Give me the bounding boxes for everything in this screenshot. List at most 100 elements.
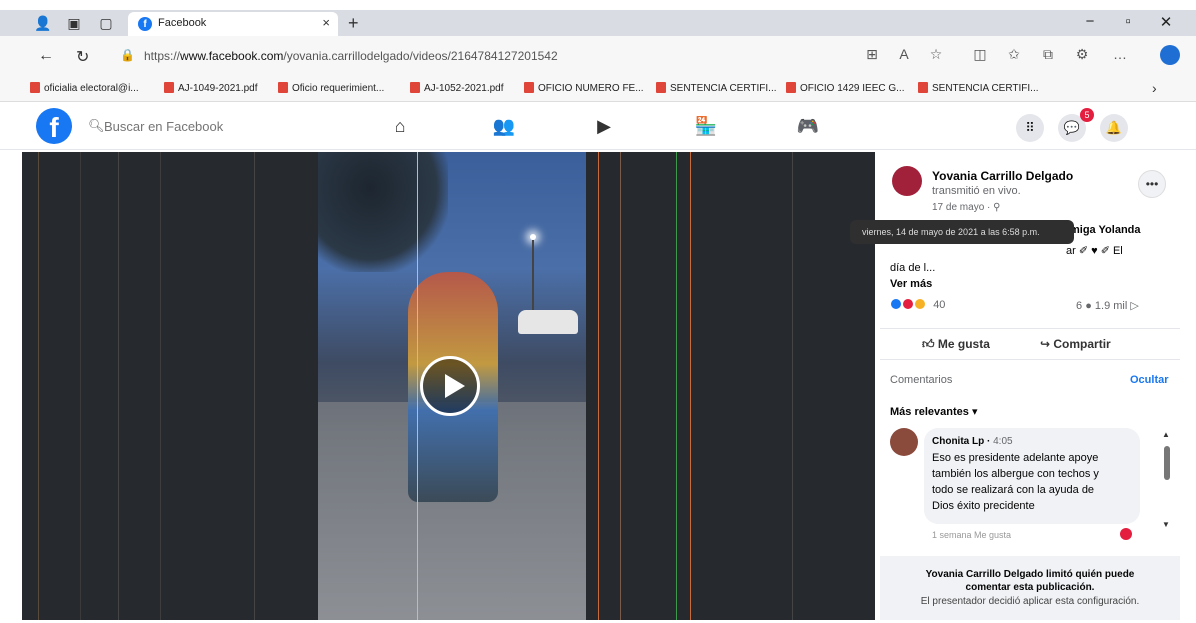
tab-actions-icon[interactable]: ▢ <box>98 15 114 31</box>
more-menu-icon[interactable]: … <box>1110 46 1130 62</box>
collections-icon[interactable]: ⧉ <box>1038 46 1058 63</box>
pdf-icon <box>278 82 288 93</box>
comment-bubble: Chonita Lp · 4:05 Eso es presidente adel… <box>924 428 1140 524</box>
comment-actions[interactable]: 1 semana Me gusta <box>932 530 1011 540</box>
play-button[interactable] <box>420 356 480 416</box>
bookmark-item[interactable]: Oficio requerimient... <box>278 82 384 94</box>
pdf-icon <box>164 82 174 93</box>
favorites-icon[interactable]: ✩ <box>1004 46 1024 63</box>
bookmark-item[interactable]: AJ-1049-2021.pdf <box>164 82 258 94</box>
pdf-icon <box>918 82 928 93</box>
scanline-artifact <box>676 152 677 620</box>
comment-text: Eso es presidente adelante apoye también… <box>932 452 1099 512</box>
post-description-fragment: miga Yolanda <box>1070 224 1141 236</box>
comment-reaction-icon <box>1120 528 1132 540</box>
chevron-right-icon[interactable]: › <box>1152 80 1157 96</box>
comment-restriction-notice: Yovania Carrillo Delgado limitó quién pu… <box>880 556 1180 620</box>
post-date[interactable]: 17 de mayo · ⚲ <box>932 202 1000 213</box>
scanline-artifact <box>598 152 599 620</box>
avatar[interactable] <box>892 166 922 196</box>
reload-icon[interactable]: ↻ <box>76 47 89 67</box>
lock-icon[interactable]: 🔒 <box>120 48 135 62</box>
watch-icon[interactable]: ▶ <box>592 116 616 137</box>
comment-time: 4:05 <box>993 436 1013 447</box>
url-field[interactable]: 🔒 https://www.facebook.com/yovania.carri… <box>120 44 900 68</box>
bookmarks-bar: oficialia electoral@i... AJ-1049-2021.pd… <box>0 76 1196 102</box>
app-available-icon[interactable]: ⊞ <box>862 46 882 63</box>
bookmark-item[interactable]: OFICIO 1429 IEEC G... <box>786 82 904 94</box>
marketplace-icon[interactable]: 🏪 <box>694 116 718 137</box>
post-subtitle: transmitió en vivo. <box>932 185 1021 197</box>
workspaces-icon[interactable]: ▣ <box>66 15 82 31</box>
parked-car <box>518 310 578 334</box>
back-arrow-icon[interactable]: ← <box>38 47 54 65</box>
restriction-message: Yovania Carrillo Delgado limitó quién pu… <box>925 569 1135 593</box>
scrollbar-thumb[interactable] <box>1164 446 1170 480</box>
scroll-down-arrow-icon[interactable]: ▼ <box>1162 520 1170 529</box>
thumbs-up-icon: 👍︎ <box>922 337 938 351</box>
tab-title: Facebook <box>158 17 207 29</box>
video-player[interactable] <box>22 152 875 620</box>
scanline-artifact <box>792 152 793 620</box>
profile-icon[interactable]: 👤 <box>34 15 51 31</box>
bookmark-item[interactable]: SENTENCIA CERTIFI... <box>918 82 1039 94</box>
views-icon: ▷ <box>1130 300 1139 312</box>
post-author[interactable]: Yovania Carrillo Delgado <box>932 169 1073 183</box>
scroll-up-arrow-icon[interactable]: ▲ <box>1162 430 1170 439</box>
comment-author[interactable]: Chonita Lp · 4:05 <box>932 436 1013 447</box>
avatar[interactable] <box>890 428 918 456</box>
tree-silhouette <box>318 152 448 272</box>
scanline-artifact <box>690 152 691 620</box>
browser-tab-bar: 👤 ▣ ▢ f Facebook × + − ▫ ✕ <box>0 10 1196 36</box>
home-icon[interactable]: ⌂ <box>388 116 412 137</box>
read-aloud-icon[interactable]: A <box>894 46 914 62</box>
like-button[interactable]: 👍︎ Me gusta <box>922 337 990 352</box>
bookmark-item[interactable]: OFICIO NUMERO FE... <box>524 82 644 94</box>
notifications-bell-icon[interactable]: 🔔 <box>1100 114 1128 142</box>
comment-sort-dropdown[interactable]: Más relevantes ▾ <box>890 405 977 418</box>
hide-comments-link[interactable]: Ocultar <box>1130 374 1169 386</box>
split-screen-icon[interactable]: ◫ <box>970 46 990 63</box>
lamp-post <box>532 240 534 320</box>
tab-close-button[interactable]: × <box>322 15 330 30</box>
scanline-artifact <box>80 152 81 620</box>
notification-badge: 5 <box>1080 108 1094 122</box>
reaction-count: 40 <box>933 299 946 311</box>
share-button[interactable]: ↪ Compartir <box>1040 337 1111 351</box>
minimize-button[interactable]: − <box>1080 13 1100 30</box>
bookmark-item[interactable]: AJ-1052-2021.pdf <box>410 82 504 94</box>
favorite-star-icon[interactable]: ☆ <box>926 46 946 63</box>
facebook-logo[interactable]: f <box>36 108 72 144</box>
more-options-button[interactable]: ••• <box>1138 170 1166 198</box>
extensions-icon[interactable]: ⚙ <box>1072 46 1092 63</box>
bookmark-item[interactable]: oficialia electoral@i... <box>30 82 139 94</box>
reaction-summary[interactable]: 40 <box>890 298 945 311</box>
scanline-artifact <box>160 152 161 620</box>
facebook-search[interactable]: 🔍︎ <box>82 110 312 142</box>
post-side-panel: Yovania Carrillo Delgado transmitió en v… <box>850 152 1180 620</box>
search-input[interactable] <box>104 110 304 142</box>
post-description-fragment: ar ✐ ♥ ✐ El <box>1066 245 1123 257</box>
pdf-icon <box>410 82 420 93</box>
search-icon: 🔍︎ <box>88 118 105 133</box>
comment-count[interactable]: 6 <box>1076 300 1082 312</box>
new-tab-button[interactable]: + <box>348 13 359 34</box>
menu-grid-icon[interactable]: ⠿ <box>1016 114 1044 142</box>
scanline-artifact <box>38 152 39 620</box>
friends-icon[interactable]: 👥 <box>492 116 516 137</box>
browser-profile-avatar[interactable] <box>1160 45 1180 65</box>
engagement-counts: 6 ● 1.9 mil ▷ <box>1076 299 1139 312</box>
facebook-favicon-icon: f <box>138 17 152 31</box>
see-more-link[interactable]: Ver más <box>890 278 932 290</box>
view-count: 1.9 mil <box>1094 300 1128 312</box>
scanline-artifact <box>417 152 418 620</box>
pdf-icon <box>656 82 666 93</box>
bookmark-item[interactable]: SENTENCIA CERTIFI... <box>656 82 777 94</box>
close-window-button[interactable]: ✕ <box>1156 13 1176 31</box>
share-icon: ↪ <box>1040 337 1054 351</box>
gaming-icon[interactable]: 🎮 <box>796 116 820 137</box>
tab-facebook[interactable]: f Facebook × <box>128 12 338 36</box>
address-bar-row: ← ↻ 🔒 https://www.facebook.com/yovania.c… <box>0 36 1196 76</box>
pdf-icon <box>524 82 534 93</box>
restore-button[interactable]: ▫ <box>1118 13 1138 30</box>
